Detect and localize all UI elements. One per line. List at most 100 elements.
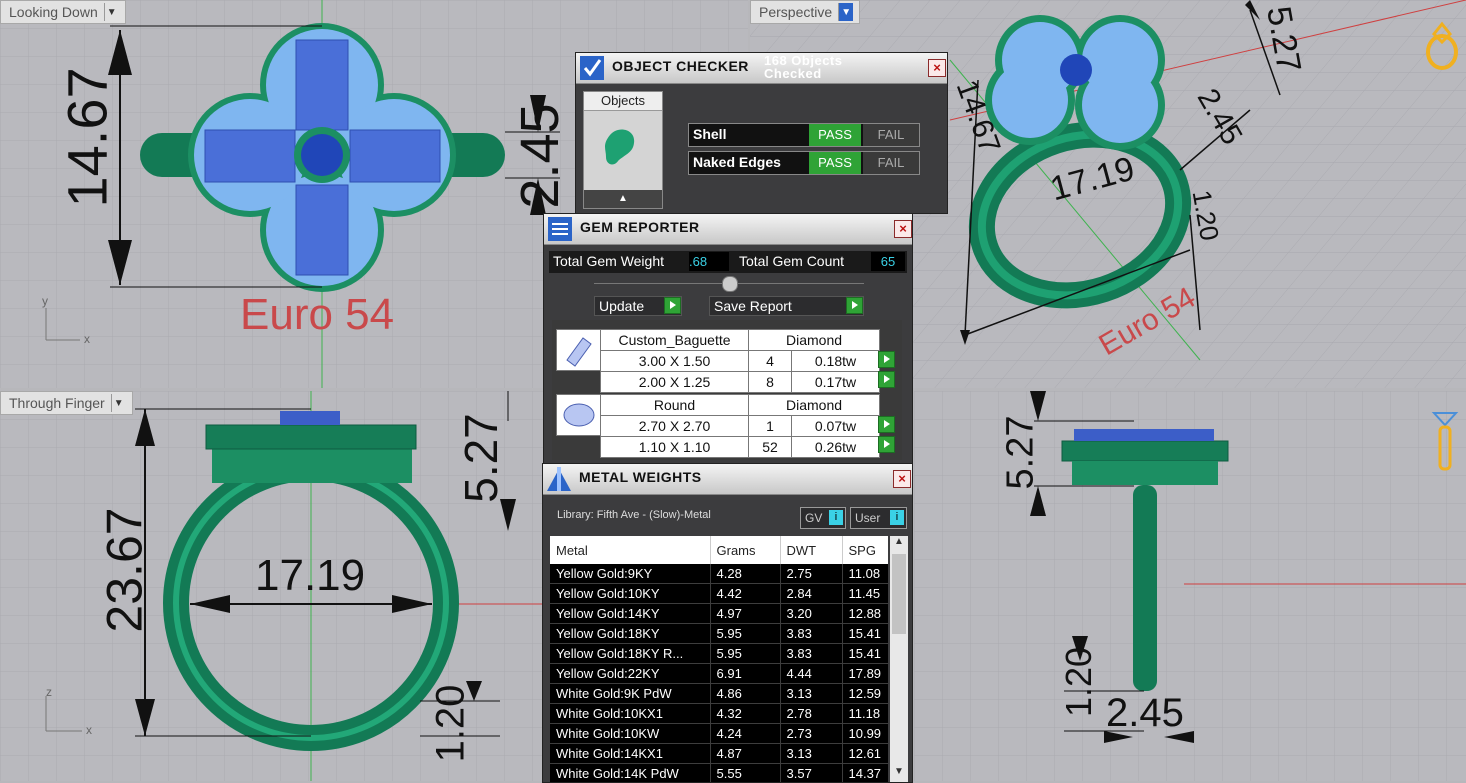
close-button[interactable]: × [894, 220, 912, 238]
metal-name: White Gold:14K PdW [550, 763, 711, 782]
splitter-knob[interactable] [722, 276, 738, 292]
viewport-label-top[interactable]: Looking Down ▼ [0, 0, 126, 24]
gem-report-icon [548, 217, 572, 241]
gv-label: GV [805, 511, 823, 525]
table-row[interactable]: Yellow Gold:9KY 4.28 2.75 11.08 [550, 564, 888, 584]
grams-value: 4.28 [710, 564, 781, 584]
baguette-icon [556, 329, 602, 371]
dimension-shank: 2.45 [510, 103, 570, 209]
table-row[interactable]: White Gold:10KX1 4.32 2.78 11.18 [550, 703, 888, 724]
objects-label: Objects [584, 92, 662, 111]
gem-material: Diamond [748, 329, 880, 351]
table-row[interactable]: Yellow Gold:18KY 5.95 3.83 15.41 [550, 623, 888, 644]
panel-title: METAL WEIGHTS [579, 469, 702, 485]
gv-toggle[interactable]: GV i [800, 507, 846, 529]
viewport-label-text: Through Finger [9, 395, 105, 411]
table-row[interactable]: Yellow Gold:10KY 4.42 2.84 11.45 [550, 583, 888, 604]
user-toggle[interactable]: User i [850, 507, 907, 529]
scrollbar-thumb[interactable] [892, 554, 906, 634]
column-header-spg[interactable]: SPG [842, 536, 888, 564]
ring-view-icon[interactable] [1422, 18, 1466, 74]
scroll-down-icon[interactable]: ▼ [890, 766, 908, 782]
metal-weights-panel[interactable]: METAL WEIGHTS × Library: Fifth Ave - (Sl… [542, 463, 913, 783]
save-report-button[interactable]: Save Report [709, 296, 864, 316]
grams-value: 4.32 [710, 703, 781, 724]
table-row[interactable]: Yellow Gold:18KY R... 5.95 3.83 15.41 [550, 643, 888, 664]
metal-name: White Gold:14KX1 [550, 743, 711, 764]
spg-value: 12.61 [842, 743, 888, 764]
metal-name: White Gold:9K PdW [550, 683, 711, 704]
objects-preview-box[interactable]: Objects ▲ [583, 91, 663, 209]
gem-reporter-titlebar[interactable]: GEM REPORTER × [544, 214, 912, 245]
object-checker-panel[interactable]: OBJECT CHECKER 168 Objects Checked × Obj… [575, 52, 948, 214]
dwt-value: 3.13 [780, 743, 843, 764]
dwt-value: 3.83 [780, 643, 843, 664]
play-icon[interactable] [664, 297, 681, 314]
metal-name: Yellow Gold:18KY R... [550, 643, 711, 664]
grams-value: 4.42 [710, 583, 781, 604]
column-header-metal[interactable]: Metal [550, 536, 711, 564]
ring-side-view-icon[interactable] [1430, 405, 1460, 475]
table-row: 2.70 X 2.70 1 0.07tw [600, 415, 880, 437]
spg-value: 10.99 [842, 723, 888, 744]
dwt-value: 4.44 [780, 663, 843, 684]
scroll-up-icon[interactable]: ▲ [890, 536, 908, 552]
grams-value: 4.87 [710, 743, 781, 764]
pass-badge[interactable]: PASS [809, 124, 861, 146]
table-row[interactable]: White Gold:10KW 4.24 2.73 10.99 [550, 723, 888, 744]
dimension-height: 14.67 [55, 67, 119, 208]
gem-size: 1.10 X 1.10 [600, 436, 749, 458]
gem-tw: 0.17tw [791, 371, 880, 393]
checkmark-icon [580, 56, 604, 80]
close-button[interactable]: × [928, 59, 946, 77]
metal-weights-titlebar[interactable]: METAL WEIGHTS × [543, 464, 912, 495]
fail-badge[interactable]: FAIL [863, 152, 919, 174]
table-row[interactable]: White Gold:14K PdW 5.55 3.57 14.37 [550, 763, 888, 782]
dwt-value: 3.13 [780, 683, 843, 704]
table-row[interactable]: White Gold:14KX1 4.87 3.13 12.61 [550, 743, 888, 764]
grams-value: 5.55 [710, 763, 781, 782]
play-icon[interactable] [878, 351, 895, 368]
metal-table-container[interactable]: Metal Grams DWT SPG Yellow Gold:9KY 4.28 2… [550, 536, 888, 782]
expand-up-button[interactable]: ▲ [584, 190, 662, 208]
play-icon[interactable] [878, 371, 895, 388]
fail-badge[interactable]: FAIL [863, 124, 919, 146]
viewport-label-text: Perspective [759, 4, 833, 20]
info-icon: i [890, 510, 904, 525]
dwt-value: 3.57 [780, 763, 843, 782]
viewport-label-front[interactable]: Through Finger ▼ [0, 391, 133, 415]
spg-value: 11.45 [842, 583, 888, 604]
metal-name: Yellow Gold:18KY [550, 623, 711, 644]
viewport-label-perspective[interactable]: Perspective ▼ [750, 0, 861, 24]
scrollbar-vertical[interactable]: ▲ ▼ [890, 536, 908, 782]
chevron-down-icon[interactable]: ▼ [838, 3, 854, 21]
pass-badge[interactable]: PASS [809, 152, 861, 174]
metal-name: White Gold:10KX1 [550, 703, 711, 724]
metal-name: White Gold:10KW [550, 723, 711, 744]
column-header-grams[interactable]: Grams [710, 536, 781, 564]
gem-count: 4 [748, 350, 792, 372]
gem-list: Custom_Baguette Diamond 3.00 X 1.50 4 0.… [552, 320, 902, 460]
table-row[interactable]: White Gold:9K PdW 4.86 3.13 12.59 [550, 683, 888, 704]
check-name: Naked Edges [693, 154, 781, 170]
gem-reporter-panel[interactable]: GEM REPORTER × Total Gem Weight .68 Tota… [543, 213, 913, 465]
chevron-down-icon[interactable]: ▼ [110, 394, 126, 412]
chevron-down-icon[interactable]: ▼ [103, 3, 119, 21]
spg-value: 14.37 [842, 763, 888, 782]
table-row[interactable]: Yellow Gold:14KY 4.97 3.20 12.88 [550, 603, 888, 624]
play-icon[interactable] [878, 416, 895, 433]
column-header-dwt[interactable]: DWT [780, 536, 843, 564]
metal-name: Yellow Gold:14KY [550, 603, 711, 624]
axis-x-label: x [86, 723, 92, 737]
object-checker-titlebar[interactable]: OBJECT CHECKER 168 Objects Checked × [576, 53, 947, 84]
viewport-label-text: Looking Down [9, 4, 98, 20]
viewport-right[interactable]: 5.27 1.20 2.45 [914, 391, 1466, 781]
play-icon[interactable] [846, 297, 863, 314]
check-row-naked-edges: Naked Edges PASS FAIL [688, 151, 920, 175]
table-row: 2.00 X 1.25 8 0.17tw [600, 371, 880, 393]
play-icon[interactable] [878, 436, 895, 453]
dwt-value: 3.20 [780, 603, 843, 624]
close-button[interactable]: × [893, 470, 911, 488]
check-name: Shell [693, 126, 727, 142]
table-row[interactable]: Yellow Gold:22KY 6.91 4.44 17.89 [550, 663, 888, 684]
